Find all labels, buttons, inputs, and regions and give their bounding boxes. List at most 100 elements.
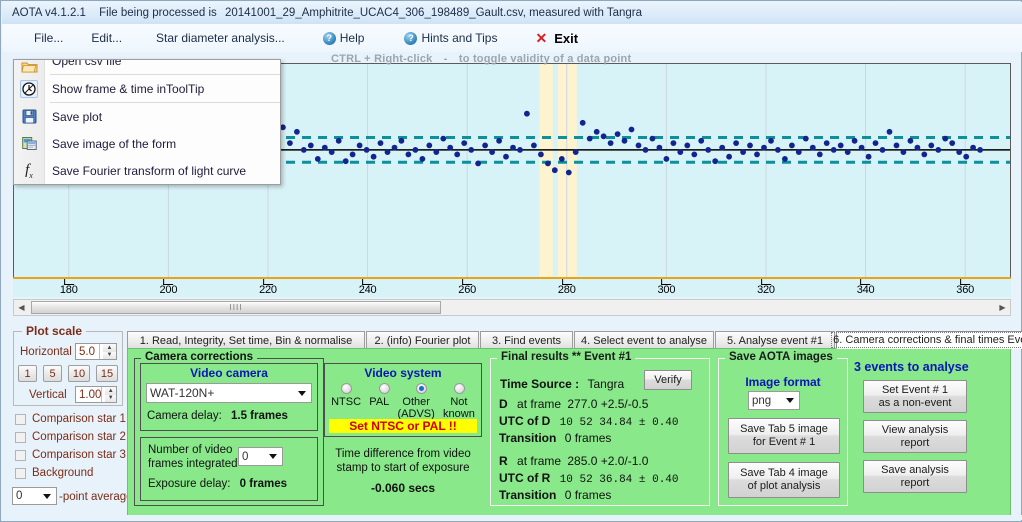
data-point[interactable] xyxy=(307,142,314,149)
data-point[interactable] xyxy=(963,153,970,160)
data-point[interactable] xyxy=(447,144,454,151)
data-point[interactable] xyxy=(942,135,949,142)
data-point[interactable] xyxy=(538,151,544,158)
data-point[interactable] xyxy=(705,147,712,153)
data-point[interactable] xyxy=(768,137,774,144)
menu-edit[interactable]: Edit... xyxy=(85,29,128,47)
data-point[interactable] xyxy=(328,149,335,155)
scale-button-10[interactable]: 10 xyxy=(68,365,90,382)
data-point[interactable] xyxy=(363,147,370,153)
data-point[interactable] xyxy=(384,149,391,155)
data-point[interactable] xyxy=(370,153,377,160)
data-point[interactable] xyxy=(795,149,802,155)
data-point[interactable] xyxy=(614,131,621,137)
data-point[interactable] xyxy=(837,142,844,149)
data-point[interactable] xyxy=(314,156,321,162)
data-point[interactable] xyxy=(698,137,705,144)
data-point[interactable] xyxy=(970,144,976,151)
data-point[interactable] xyxy=(524,110,530,117)
data-point[interactable] xyxy=(733,140,739,146)
tab-select-event[interactable]: 4. Select event to analyse xyxy=(574,331,714,349)
scroll-left-icon[interactable]: ◀ xyxy=(14,300,29,315)
tab-fourier-plot[interactable]: 2. (info) Fourier plot xyxy=(366,331,479,349)
data-point[interactable] xyxy=(809,144,816,151)
data-point[interactable] xyxy=(775,147,781,153)
plot-horizontal-scrollbar[interactable]: ◀ IIII ▶ xyxy=(13,299,1011,316)
data-point[interactable] xyxy=(754,151,760,158)
data-point[interactable] xyxy=(517,147,523,153)
data-point[interactable] xyxy=(391,144,398,151)
menu-file[interactable]: File... xyxy=(28,29,69,47)
tab-analyse-event[interactable]: 5. Analyse event #1 xyxy=(715,331,835,349)
data-point[interactable] xyxy=(656,144,663,151)
data-point[interactable] xyxy=(949,140,956,146)
data-point[interactable] xyxy=(433,149,440,155)
data-point[interactable] xyxy=(440,135,447,142)
data-point[interactable] xyxy=(865,153,872,160)
image-format-select[interactable]: png xyxy=(748,391,800,410)
radio-pal[interactable] xyxy=(378,383,390,394)
menu-item-save-plot[interactable]: Save plot xyxy=(14,103,280,130)
data-point[interactable] xyxy=(300,147,307,153)
tab-read-integrity[interactable]: 1. Read, Integrity, Set time, Bin & norm… xyxy=(127,331,365,349)
horizontal-scale-input[interactable]: 5.0 ▲ ▼ xyxy=(75,343,117,360)
data-point[interactable] xyxy=(482,142,488,149)
data-point[interactable] xyxy=(607,140,614,146)
verify-button[interactable]: Verify xyxy=(644,370,692,390)
menu-help[interactable]: ? Help xyxy=(317,29,371,47)
data-point[interactable] xyxy=(565,169,572,176)
data-point[interactable] xyxy=(356,142,363,149)
data-point[interactable] xyxy=(405,151,412,158)
set-non-event-button[interactable]: Set Event # 1 as a non-event xyxy=(863,380,967,413)
data-point[interactable] xyxy=(377,140,384,146)
data-point[interactable] xyxy=(872,140,879,146)
checkbox-background[interactable]: Background xyxy=(15,467,93,479)
data-point[interactable] xyxy=(593,128,600,135)
data-point[interactable] xyxy=(830,147,837,153)
save-tab5-image-button[interactable]: Save Tab 5 image for Event # 1 xyxy=(728,418,840,454)
frames-integrated-select[interactable]: 0 xyxy=(238,447,283,466)
scale-button-5[interactable]: 5 xyxy=(43,365,62,382)
data-point[interactable] xyxy=(900,149,907,155)
radio-ntsc[interactable] xyxy=(341,383,353,394)
menu-hints-and-tips[interactable]: ? Hints and Tips xyxy=(398,29,503,47)
scale-button-15[interactable]: 15 xyxy=(96,365,118,382)
data-point[interactable] xyxy=(412,147,419,153)
data-point[interactable] xyxy=(921,151,928,158)
menu-exit[interactable]: ✕ Exit xyxy=(529,28,584,49)
data-point[interactable] xyxy=(823,140,830,146)
data-point[interactable] xyxy=(726,153,732,160)
checkbox-comparison-star-1[interactable]: Comparison star 1 xyxy=(15,413,126,425)
checkbox-comparison-star-2[interactable]: Comparison star 2 xyxy=(15,431,126,443)
tab-camera-corrections[interactable]: 6. Camera corrections & final times Even… xyxy=(831,331,1022,349)
data-point[interactable] xyxy=(684,142,691,149)
data-point[interactable] xyxy=(761,144,767,151)
data-point[interactable] xyxy=(468,147,475,153)
data-point[interactable] xyxy=(489,149,495,155)
data-point[interactable] xyxy=(321,144,328,151)
data-point[interactable] xyxy=(510,144,516,151)
checkbox-comparison-star-3[interactable]: Comparison star 3 xyxy=(15,449,126,461)
data-point[interactable] xyxy=(663,156,670,162)
save-analysis-report-button[interactable]: Save analysis report xyxy=(863,460,967,493)
data-point[interactable] xyxy=(628,126,635,133)
point-average-select[interactable]: 0 xyxy=(12,487,57,505)
data-point[interactable] xyxy=(956,149,963,155)
menu-item-save-fourier[interactable]: fx Save Fourier transform of light curve xyxy=(14,157,280,184)
vertical-spinner[interactable]: ▲ ▼ xyxy=(101,387,116,402)
scrollbar-track[interactable]: IIII xyxy=(29,300,995,315)
data-point[interactable] xyxy=(802,135,809,142)
data-point[interactable] xyxy=(294,128,300,135)
data-point[interactable] xyxy=(496,137,502,144)
data-point[interactable] xyxy=(858,144,865,151)
data-point[interactable] xyxy=(621,137,628,144)
data-point[interactable] xyxy=(747,142,753,149)
data-point[interactable] xyxy=(816,151,823,158)
data-point[interactable] xyxy=(844,149,851,155)
data-point[interactable] xyxy=(551,167,558,174)
data-point[interactable] xyxy=(691,151,698,158)
data-point[interactable] xyxy=(886,128,893,135)
data-point[interactable] xyxy=(579,119,586,126)
data-point[interactable] xyxy=(335,137,342,144)
data-point[interactable] xyxy=(914,144,921,151)
